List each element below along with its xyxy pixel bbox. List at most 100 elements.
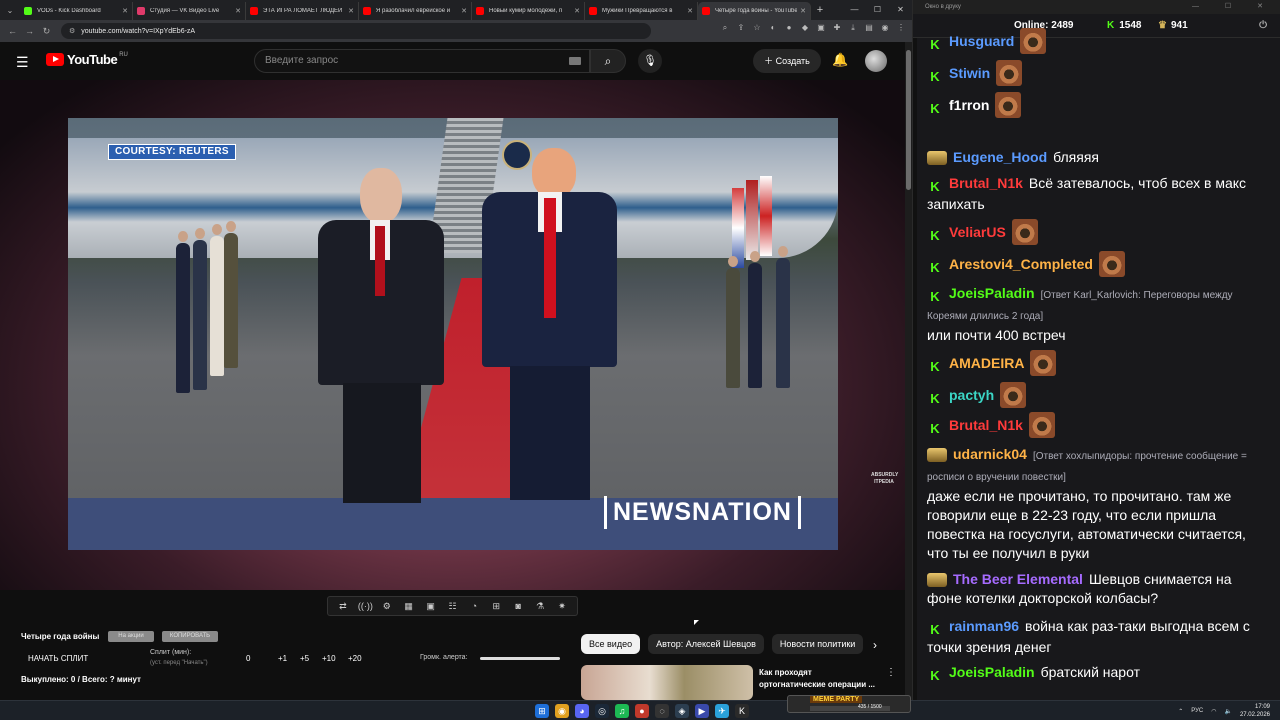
url-field[interactable]: ⚙ youtube.com/watch?v=IXpYdEb6-zA bbox=[61, 23, 651, 39]
profile-icon[interactable]: ◉ bbox=[880, 23, 890, 33]
tray-arrow-icon[interactable]: ⌃ bbox=[1178, 708, 1183, 715]
subtitles-icon[interactable]: ☷ bbox=[445, 601, 459, 612]
menu-icon[interactable]: ⋮ bbox=[896, 23, 906, 33]
extension-icon[interactable]: ◆ bbox=[800, 23, 810, 33]
close-icon[interactable]: ✕ bbox=[889, 0, 912, 20]
tab-close-icon[interactable]: ✕ bbox=[235, 7, 241, 15]
browser-tab[interactable]: Мужики Превращаются в ✕ bbox=[585, 2, 698, 20]
flask-icon[interactable]: ⚗ bbox=[533, 601, 547, 612]
chevron-right-icon[interactable]: › bbox=[873, 638, 877, 652]
kick-taskbar-icon[interactable]: K bbox=[735, 704, 749, 718]
maximize-icon[interactable]: ☐ bbox=[866, 0, 889, 20]
zoom-icon[interactable]: ⌕ bbox=[720, 23, 730, 33]
language-indicator[interactable]: РУС bbox=[1191, 708, 1203, 714]
chat-username[interactable]: Arestovi4_Completed bbox=[949, 256, 1093, 272]
chat-username[interactable]: f1rron bbox=[949, 97, 989, 113]
avatar[interactable] bbox=[865, 50, 887, 72]
split-plus-20-button[interactable]: +20 bbox=[348, 654, 362, 663]
camera-icon[interactable]: ◙ bbox=[511, 601, 525, 611]
notifications-bell-icon[interactable]: 🔔 bbox=[832, 52, 848, 68]
reload-icon[interactable]: ↻ bbox=[38, 26, 55, 37]
related-video-title[interactable]: Как проходят ортогнатические операции ..… bbox=[759, 667, 879, 691]
split-chip-a[interactable]: На акции bbox=[108, 631, 154, 642]
start-icon[interactable]: ⊞ bbox=[535, 704, 549, 718]
more-vertical-icon[interactable]: ⋮ bbox=[886, 667, 896, 678]
alert-volume-slider[interactable] bbox=[480, 657, 560, 660]
picture-icon[interactable]: ▣ bbox=[424, 601, 438, 612]
chip-author[interactable]: Автор: Алексей Шевцов bbox=[648, 634, 764, 654]
discord-icon[interactable]: ◕ bbox=[575, 704, 589, 718]
chat-username[interactable]: JoeisPaladin bbox=[949, 285, 1035, 301]
tab-close-icon[interactable]: ✕ bbox=[687, 7, 693, 15]
browser-tab[interactable]: Студия — VK Видео Live ✕ bbox=[133, 2, 246, 20]
split-value[interactable]: 0 bbox=[246, 654, 250, 663]
chrome-icon[interactable]: ◉ bbox=[555, 704, 569, 718]
sidepanel-icon[interactable]: ▤ bbox=[864, 23, 874, 33]
scrollbar-thumb[interactable] bbox=[906, 50, 911, 190]
back-icon[interactable]: ← bbox=[4, 26, 21, 36]
volume-icon[interactable]: 🔈 bbox=[1224, 708, 1231, 715]
forward-icon[interactable]: → bbox=[21, 26, 38, 36]
split-plus-1-button[interactable]: +1 bbox=[278, 654, 287, 663]
telegram-icon[interactable]: ✈ bbox=[715, 704, 729, 718]
create-button[interactable]: ＋ Создать bbox=[753, 49, 821, 73]
chat-username[interactable]: pactyh bbox=[949, 387, 994, 403]
broadcast-icon[interactable]: ((·)) bbox=[358, 601, 373, 611]
menu-hamburger-icon[interactable]: ☰ bbox=[16, 54, 29, 71]
chat-username[interactable]: Husguard bbox=[949, 33, 1014, 49]
loop-icon[interactable]: ⇄ bbox=[336, 601, 350, 612]
extension-icon[interactable]: ● bbox=[784, 23, 794, 33]
chat-username[interactable]: The Beer Elemental bbox=[953, 571, 1083, 587]
split-plus-5-button[interactable]: +5 bbox=[300, 654, 309, 663]
browser-tab[interactable]: Четыре года войны - YouTube ✕ bbox=[698, 2, 811, 20]
settings-screen-icon[interactable]: ⚙ bbox=[380, 601, 394, 612]
site-info-icon[interactable]: ⚙ bbox=[69, 27, 75, 35]
chat-username[interactable]: udarnick04 bbox=[953, 446, 1027, 462]
chat-username[interactable]: JoeisPaladin bbox=[949, 664, 1035, 680]
wifi-icon[interactable]: ◠ bbox=[1211, 708, 1216, 715]
youtube-logo[interactable]: YouTube RU bbox=[46, 52, 128, 67]
browser-tab[interactable]: ЭТА ИГРА ЛОМАЕТ ЛЮДЕЙ ✕ bbox=[246, 2, 359, 20]
spotify-icon[interactable]: ♫ bbox=[615, 704, 629, 718]
add-clip-icon[interactable]: ⊞ bbox=[489, 601, 503, 612]
gear-icon[interactable]: ✷ bbox=[555, 601, 569, 612]
tab-search-icon[interactable]: ⌄ bbox=[0, 0, 20, 20]
search-input[interactable]: Введите запрос bbox=[254, 49, 590, 73]
voice-search-button[interactable]: 🎙 bbox=[638, 49, 662, 73]
bookmark-star-icon[interactable]: ☆ bbox=[752, 23, 762, 33]
start-split-button[interactable]: НАЧАТЬ СПЛИТ bbox=[28, 654, 88, 663]
speed-icon[interactable]: ◔ bbox=[467, 601, 481, 611]
tab-close-icon[interactable]: ✕ bbox=[348, 7, 354, 15]
tab-close-icon[interactable]: ✕ bbox=[122, 7, 128, 15]
browser-tab[interactable]: Новый кумир молодежи, п ✕ bbox=[472, 2, 585, 20]
chat-username[interactable]: Brutal_N1k bbox=[949, 417, 1023, 433]
film-icon[interactable]: ▦ bbox=[402, 601, 416, 612]
tab-close-icon[interactable]: ✕ bbox=[574, 7, 580, 15]
chat-username[interactable]: Brutal_N1k bbox=[949, 175, 1023, 191]
tab-close-icon[interactable]: ✕ bbox=[800, 7, 806, 15]
chat-username[interactable]: AMADEIRA bbox=[949, 355, 1024, 371]
browser-tab[interactable]: Я разоблачил еврейское и ✕ bbox=[359, 2, 472, 20]
chat-username[interactable]: Stiwin bbox=[949, 65, 990, 81]
chat-scrollbar[interactable] bbox=[913, 38, 917, 700]
extension-icon[interactable]: ◐ bbox=[768, 23, 778, 33]
chat-username[interactable]: Eugene_Hood bbox=[953, 149, 1047, 165]
puzzle-icon[interactable]: ✚ bbox=[832, 23, 842, 33]
page-scrollbar[interactable] bbox=[905, 42, 912, 700]
video-player[interactable]: COURTESY: REUTERS NEWSNATION ABSURDLY IT… bbox=[0, 80, 905, 590]
new-tab-button[interactable]: + bbox=[811, 4, 829, 16]
steam-icon[interactable]: ◎ bbox=[595, 704, 609, 718]
keyboard-icon[interactable] bbox=[569, 57, 581, 65]
recorder-icon[interactable]: ● bbox=[635, 704, 649, 718]
share-icon[interactable]: ⇪ bbox=[736, 23, 746, 33]
related-video-thumbnail[interactable] bbox=[581, 665, 753, 700]
downloads-icon[interactable]: ⤓ bbox=[848, 23, 858, 33]
chip-all-videos[interactable]: Все видео bbox=[581, 634, 641, 654]
search-button[interactable]: ⌕ bbox=[590, 49, 626, 73]
chat-username[interactable]: VeliarUS bbox=[949, 224, 1006, 240]
extension-icon[interactable]: ▣ bbox=[816, 23, 826, 33]
clock[interactable]: 17:09 27.02.2026 bbox=[1240, 703, 1270, 719]
tab-close-icon[interactable]: ✕ bbox=[461, 7, 467, 15]
player-icon[interactable]: ▶ bbox=[695, 704, 709, 718]
chat-window-controls[interactable]: — ☐ ✕ bbox=[1192, 0, 1275, 14]
